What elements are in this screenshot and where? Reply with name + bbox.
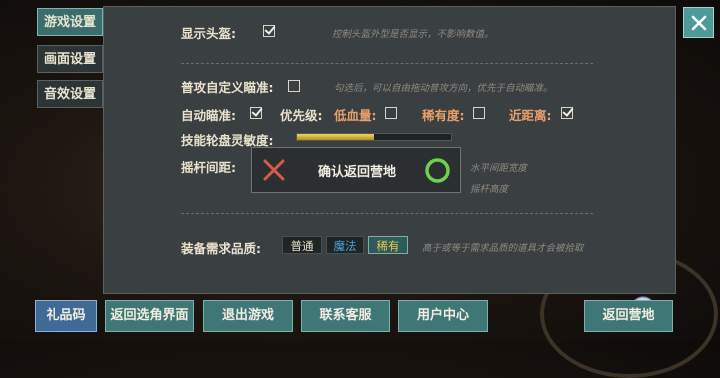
close-button[interactable] xyxy=(683,7,714,38)
section-divider xyxy=(181,213,593,214)
nearest-checkbox[interactable] xyxy=(561,107,573,119)
exit-game-button[interactable]: 退出游戏 xyxy=(203,300,293,332)
tab-audio-settings[interactable]: 音效设置 xyxy=(37,80,103,108)
custom-aim-checkbox[interactable] xyxy=(288,80,300,92)
slider-fill xyxy=(297,134,374,140)
confirm-dialog: 确认返回营地 xyxy=(251,147,461,193)
equip-quality-label: 装备需求品质: xyxy=(181,241,261,256)
low-hp-checkbox[interactable] xyxy=(385,107,397,119)
equip-quality-hint: 高于或等于需求品质的道具才会被拾取 xyxy=(422,243,584,254)
joystick-height-hint: 摇杆高度 xyxy=(470,184,509,195)
low-hp-label: 低血量: xyxy=(334,108,377,123)
nearest-label: 近距离: xyxy=(509,108,552,123)
return-character-select-button[interactable]: 返回选角界面 xyxy=(105,300,194,332)
rarity-label: 稀有度: xyxy=(422,108,465,123)
auto-aim-checkbox[interactable] xyxy=(250,107,262,119)
show-helmet-hint: 控制头盔外型是否显示，不影响数值。 xyxy=(332,29,494,40)
quality-option-normal[interactable]: 普通 xyxy=(282,236,322,254)
auto-aim-label: 自动瞄准: xyxy=(181,108,236,123)
quality-option-magic[interactable]: 魔法 xyxy=(326,236,364,254)
gift-code-button[interactable]: 礼品码 xyxy=(35,300,97,332)
quality-option-rare[interactable]: 稀有 xyxy=(368,236,408,254)
return-camp-button[interactable]: 返回营地 xyxy=(584,300,673,332)
rarity-checkbox[interactable] xyxy=(473,107,485,119)
contact-support-button[interactable]: 联系客服 xyxy=(301,300,390,332)
show-helmet-checkbox[interactable] xyxy=(263,25,275,37)
show-helmet-label: 显示头盔: xyxy=(181,26,236,41)
section-divider xyxy=(181,63,593,64)
tab-graphics-settings[interactable]: 画面设置 xyxy=(37,45,103,73)
skill-sensitivity-slider[interactable] xyxy=(296,133,452,141)
tab-game-settings[interactable]: 游戏设置 xyxy=(37,8,103,36)
custom-aim-label: 普攻自定义瞄准: xyxy=(181,80,274,95)
priority-label: 优先级: xyxy=(280,108,323,123)
joystick-spacing-label: 摇杆间距: xyxy=(181,160,236,175)
joystick-horizontal-hint: 水平间距宽度 xyxy=(470,163,528,174)
confirm-circle-icon[interactable] xyxy=(424,157,451,184)
user-center-button[interactable]: 用户中心 xyxy=(398,300,488,332)
close-icon xyxy=(691,15,707,31)
custom-aim-hint: 勾选后，可以自由拖动普攻方向，优先于自动瞄准。 xyxy=(334,83,553,94)
